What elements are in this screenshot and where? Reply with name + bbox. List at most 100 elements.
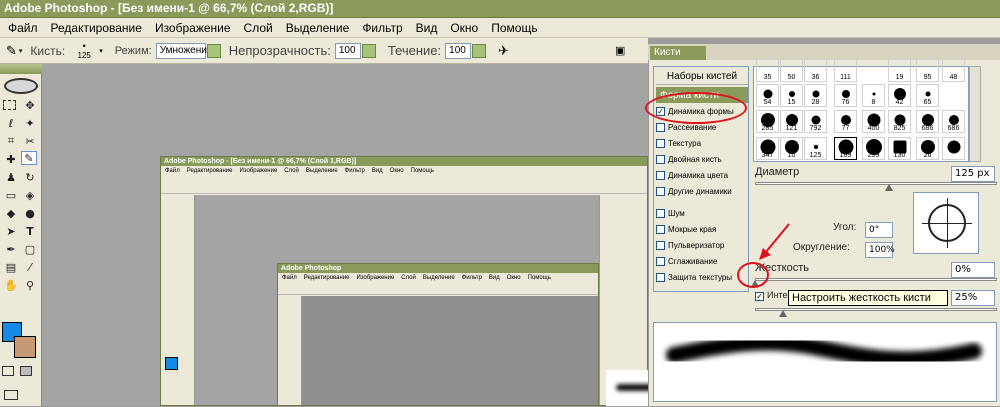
blur-tool-icon[interactable]: ◆ <box>3 206 19 220</box>
type-tool-icon[interactable]: T <box>22 224 38 238</box>
palette-well-icon[interactable]: ▣ <box>615 44 625 57</box>
menu-edit[interactable]: Редактирование <box>51 21 142 35</box>
roundness-input[interactable]: 100% <box>865 242 895 258</box>
dodge-tool-icon[interactable]: ● <box>22 206 38 220</box>
brush-picker-arrow-icon[interactable]: ▾ <box>99 47 103 55</box>
brush-tip-cell[interactable]: 10 <box>780 137 803 160</box>
brush-tip-cell[interactable]: 400 <box>862 110 885 133</box>
lasso-tool-icon[interactable]: ℓ <box>3 116 19 130</box>
mode-dropdown-icon[interactable] <box>206 43 221 58</box>
menu-help[interactable]: Помощь <box>491 21 537 35</box>
spacing-slider-thumb[interactable] <box>779 310 787 317</box>
color-dynamics-checkbox[interactable] <box>656 170 665 180</box>
brush-tip-cell[interactable]: 347 <box>756 137 779 160</box>
tab-brushes[interactable]: Кисти <box>650 46 706 60</box>
brush-tip-cell[interactable]: 299 <box>862 137 885 160</box>
list-item-dual-brush[interactable]: Двойная кисть <box>656 151 722 167</box>
spacing-checkbox[interactable]: ✓ <box>755 292 764 301</box>
brush-grid-scrollbar[interactable] <box>969 66 981 162</box>
spacing-slider[interactable] <box>755 308 997 311</box>
diameter-slider-thumb[interactable] <box>885 184 893 191</box>
menu-image[interactable]: Изображение <box>155 21 231 35</box>
airbrush-icon[interactable]: ✈ <box>498 43 509 59</box>
photoshop-eye-icon[interactable] <box>4 78 38 94</box>
screen-mode-icon[interactable] <box>4 390 18 400</box>
brush-tip-cell[interactable]: 28 <box>804 84 827 107</box>
standard-mode-icon[interactable] <box>20 366 32 376</box>
brush-tip-cell[interactable]: 95 <box>916 59 939 82</box>
brush-tip-cell[interactable]: 35 <box>756 59 779 82</box>
brush-tool-selected-icon[interactable]: ✎ <box>21 151 37 165</box>
airbrush-checkbox[interactable] <box>656 240 665 250</box>
healing-brush-tool-icon[interactable]: ✚ <box>3 152 19 166</box>
quickmask-mode-icon[interactable] <box>2 366 14 376</box>
hardness-value[interactable]: 0% <box>951 262 995 278</box>
flow-input[interactable]: 100 <box>445 42 472 59</box>
zoom-tool-icon[interactable]: ⚲ <box>22 278 38 292</box>
crop-tool-icon[interactable]: ⌗ <box>3 134 19 148</box>
noise-checkbox[interactable] <box>656 208 665 218</box>
texture-checkbox[interactable] <box>656 138 665 148</box>
menu-window[interactable]: Окно <box>450 21 478 35</box>
list-item-protect-texture[interactable]: Защита текстуры <box>656 269 732 285</box>
list-item-airbrush[interactable]: Пульверизатор <box>656 237 724 253</box>
paint-bucket-tool-icon[interactable]: ◈ <box>22 188 38 202</box>
mode-select[interactable]: Умножение <box>155 42 212 59</box>
tool-preset-arrow-icon[interactable]: ▾ <box>19 47 23 55</box>
brush-tip-cell[interactable]: 76 <box>834 84 857 107</box>
magic-wand-tool-icon[interactable]: ✦ <box>22 116 38 130</box>
brush-tip-cell[interactable]: 8 <box>862 84 885 107</box>
brush-tip-cell[interactable]: 36 <box>804 59 827 82</box>
list-item-noise[interactable]: Шум <box>656 205 685 221</box>
opacity-input[interactable]: 100 <box>334 42 361 59</box>
brush-tip-cell[interactable]: 42 <box>888 84 911 107</box>
brush-tip-cell[interactable]: 54 <box>756 84 779 107</box>
brush-tip-cell[interactable]: 19 <box>888 59 911 82</box>
spacing-value[interactable]: 25% <box>951 290 995 306</box>
pen-tool-icon[interactable]: ✒ <box>3 242 19 256</box>
wet-edges-checkbox[interactable] <box>656 224 665 234</box>
brush-tip-cell[interactable]: 77 <box>834 110 857 133</box>
shape-tool-icon[interactable]: ▢ <box>22 242 38 256</box>
list-item-wet-edges[interactable]: Мокрые края <box>656 221 716 237</box>
brush-tip-cell[interactable]: 130 <box>888 137 911 160</box>
brush-angle-preview[interactable] <box>913 192 979 254</box>
brush-tip-cell[interactable] <box>942 137 965 160</box>
angle-input[interactable]: 0° <box>865 222 893 238</box>
opacity-dropdown-icon[interactable] <box>361 43 376 58</box>
brush-tip-cell[interactable]: 686 <box>942 110 965 133</box>
notes-tool-icon[interactable]: ▤ <box>3 260 19 274</box>
brush-tip-cell[interactable]: 111 <box>834 59 857 82</box>
clone-stamp-tool-icon[interactable]: ♟ <box>3 170 19 184</box>
scattering-checkbox[interactable] <box>656 122 665 132</box>
marquee-tool-icon[interactable] <box>3 100 16 110</box>
menu-filter[interactable]: Фильтр <box>362 21 402 35</box>
menu-select[interactable]: Выделение <box>286 21 350 35</box>
brush-tip-cell[interactable]: 825 <box>888 110 911 133</box>
menu-layer[interactable]: Слой <box>244 21 273 35</box>
brush-tip-cell[interactable]: 686 <box>916 110 939 133</box>
brush-tip-cell[interactable]: 125 <box>804 137 827 160</box>
slice-tool-icon[interactable]: ✂ <box>22 134 38 148</box>
list-item-texture[interactable]: Текстура <box>656 135 701 151</box>
history-brush-tool-icon[interactable]: ↻ <box>22 170 38 184</box>
diameter-value[interactable]: 125 px <box>951 166 995 182</box>
smoothing-checkbox[interactable] <box>656 256 665 266</box>
brush-tip-cell[interactable]: 792 <box>804 110 827 133</box>
path-select-tool-icon[interactable]: ➤ <box>3 224 19 238</box>
brush-tip-cell[interactable]: 121 <box>780 110 803 133</box>
brush-tip-cell[interactable]: 50 <box>780 59 803 82</box>
other-dynamics-checkbox[interactable] <box>656 186 665 196</box>
hardness-slider[interactable] <box>755 278 997 281</box>
menu-file[interactable]: Файл <box>8 21 38 35</box>
diameter-slider[interactable] <box>755 182 997 185</box>
brush-tip-cell[interactable]: 26 <box>916 137 939 160</box>
eraser-tool-icon[interactable]: ▭ <box>3 188 19 202</box>
list-item-brush-presets[interactable]: Наборы кистей <box>656 69 748 85</box>
protect-texture-checkbox[interactable] <box>656 272 665 282</box>
brush-tip-cell[interactable]: 285 <box>756 110 779 133</box>
background-color-swatch[interactable] <box>14 336 36 358</box>
brush-tip-cell[interactable]: 48 <box>942 59 965 82</box>
flow-dropdown-icon[interactable] <box>472 43 487 58</box>
list-item-smoothing[interactable]: Сглаживание <box>656 253 717 269</box>
